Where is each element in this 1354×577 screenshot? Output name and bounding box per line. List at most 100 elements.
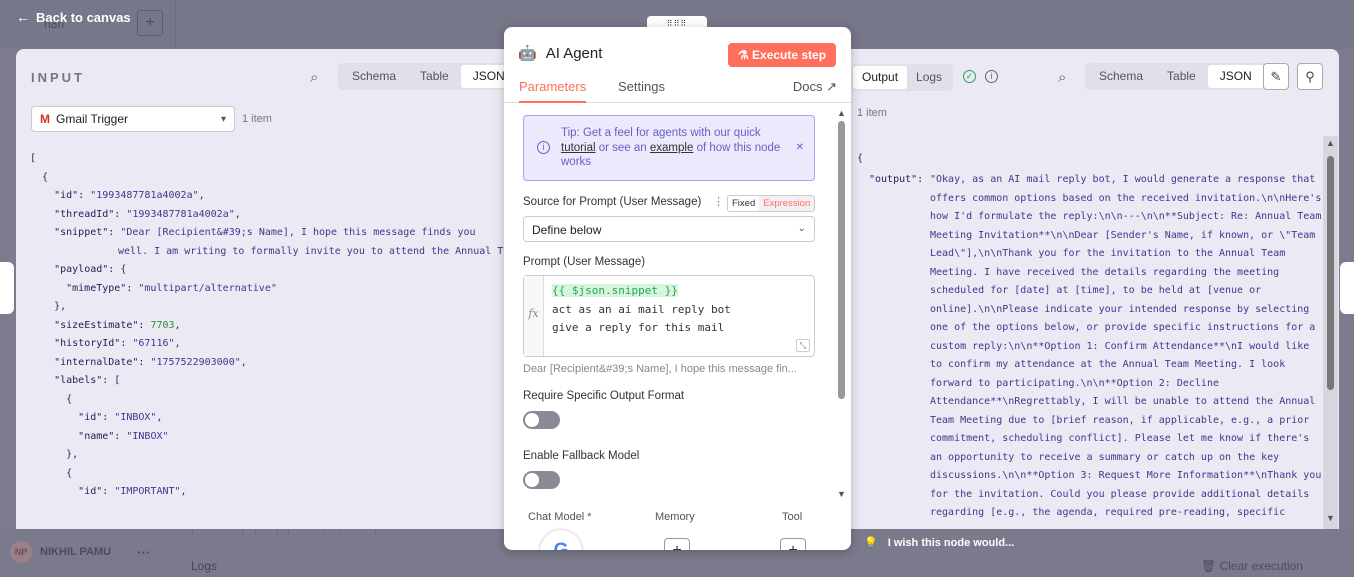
back-label: Back to canvas xyxy=(36,9,131,25)
json-value: "INBOX" xyxy=(126,430,169,442)
next-node-handle[interactable] xyxy=(1340,262,1354,314)
docs-link[interactable]: Docs ↗ xyxy=(793,79,837,95)
arrow-left-icon: ← xyxy=(16,9,30,25)
scroll-down-icon[interactable]: ▼ xyxy=(837,489,846,499)
external-link-icon: ↗ xyxy=(826,79,837,94)
more-icon[interactable]: ··· xyxy=(137,545,150,560)
tab-schema[interactable]: Schema xyxy=(340,65,408,88)
gmail-icon: M xyxy=(40,112,50,126)
fallback-toggle[interactable] xyxy=(523,471,560,489)
panel-scrollbar[interactable] xyxy=(837,107,846,497)
node-select-value: Gmail Trigger xyxy=(56,112,129,126)
tab-parameters[interactable]: Parameters xyxy=(519,79,587,103)
expression-token: {{ $json.snippet }} xyxy=(552,284,678,297)
output-format-label: Require Specific Output Format xyxy=(523,390,685,402)
prompt-label: Prompt (User Message) xyxy=(523,256,646,268)
info-icon: i xyxy=(537,141,550,154)
source-label: Source for Prompt (User Message) xyxy=(523,196,702,208)
output-scrollbar[interactable] xyxy=(1323,136,1338,529)
success-icon: ✓ xyxy=(963,70,976,83)
info-icon[interactable]: i xyxy=(985,70,998,83)
source-select[interactable]: Define below ⌄ xyxy=(523,216,815,242)
tab-schema[interactable]: Schema xyxy=(1087,65,1155,88)
user-name: NIKHIL PAMU xyxy=(40,546,112,558)
google-gemini-icon[interactable]: G xyxy=(540,530,582,550)
fallback-label: Enable Fallback Model xyxy=(523,450,640,462)
tip-callout: i Tip: Get a feel for agents with our qu… xyxy=(523,115,815,181)
back-to-canvas-button[interactable]: ← Back to canvas xyxy=(16,9,131,25)
scroll-thumb[interactable] xyxy=(838,121,845,399)
robot-icon: 🤖 xyxy=(518,45,537,62)
close-icon[interactable]: ✕ xyxy=(796,141,804,156)
json-brace: { xyxy=(857,153,864,164)
tab-settings[interactable]: Settings xyxy=(618,79,665,94)
ai-agent-panel: 🤖 AI Agent ⚗ Execute step Parameters Sett… xyxy=(504,27,851,550)
tutorial-link[interactable]: tutorial xyxy=(561,142,596,154)
prompt-preview: Dear [Recipient&#39;s Name], I hope this… xyxy=(523,363,797,375)
chevron-down-icon: ▾ xyxy=(220,113,226,125)
json-value: "1993487781a4002a" xyxy=(90,190,199,201)
input-view-toggle: Schema Table JSON xyxy=(338,63,508,90)
json-value: 7703 xyxy=(150,319,175,331)
fx-icon: fx xyxy=(524,276,544,356)
node-select[interactable]: M Gmail Trigger ▾ xyxy=(31,106,235,132)
tool-label: Tool xyxy=(782,511,803,523)
tab-output[interactable]: Output xyxy=(853,66,908,89)
tab-table[interactable]: Table xyxy=(1155,65,1208,88)
output-tabs: Output Logs xyxy=(851,64,954,91)
search-icon[interactable]: ⌕ xyxy=(1058,69,1066,86)
example-link[interactable]: example xyxy=(650,142,693,154)
input-json: [ { "id": "1993487781a4002a", "threadId"… xyxy=(30,153,508,497)
json-key: "output": xyxy=(869,174,924,185)
json-value: "Dear [Recipient&#39;s Name], I hope thi… xyxy=(120,227,476,238)
panel-header: 🤖 AI Agent xyxy=(518,44,603,63)
scroll-down-icon[interactable]: ▼ xyxy=(1326,513,1335,523)
chevron-down-icon: ⌄ xyxy=(797,223,806,234)
memory-label: Memory xyxy=(655,511,695,523)
avatar: NP xyxy=(10,541,32,563)
panel-title: AI Agent xyxy=(545,44,603,62)
fixed-expression-toggle: Fixed Expression xyxy=(727,195,816,212)
execute-step-button[interactable]: ⚗ Execute step xyxy=(728,43,836,67)
expand-icon[interactable]: ⤡ xyxy=(796,339,810,352)
json-value: "IMPORTANT" xyxy=(114,486,181,497)
output-item-count: 1 item xyxy=(857,107,887,119)
add-memory-button[interactable]: + xyxy=(664,538,690,550)
json-value: well. I am writing to formally invite yo… xyxy=(118,245,508,257)
scroll-thumb[interactable] xyxy=(1327,156,1334,390)
output-format-toggle[interactable] xyxy=(523,411,560,429)
pin-icon[interactable]: ⚲ xyxy=(1297,63,1323,90)
tab-logs[interactable]: Logs xyxy=(907,66,951,89)
fixed-option[interactable]: Fixed xyxy=(728,196,760,211)
prompt-line: give a reply for this mail xyxy=(552,321,725,334)
tab-json[interactable]: JSON xyxy=(1207,65,1264,88)
json-value: "67116" xyxy=(132,338,175,349)
json-value: "1993487781a4002a" xyxy=(126,208,235,220)
search-icon[interactable]: ⌕ xyxy=(310,69,318,86)
prev-node-handle[interactable] xyxy=(0,262,14,314)
scroll-up-icon[interactable]: ▲ xyxy=(837,108,846,118)
expression-option[interactable]: Expression xyxy=(759,196,815,211)
output-json: "output": "Okay, as an AI mail reply bot… xyxy=(857,171,1323,523)
logs-label[interactable]: Logs xyxy=(191,559,217,573)
feedback-label: I wish this node would... xyxy=(887,536,1015,549)
prompt-text[interactable]: {{ $json.snippet }} act as an ai mail re… xyxy=(552,282,731,338)
divider xyxy=(175,0,176,49)
output-text: "Okay, as an AI mail reply bot, I would … xyxy=(857,171,1323,523)
json-value: "Okay, as an AI mail reply bot, I would … xyxy=(930,174,1322,518)
add-button[interactable]: + xyxy=(137,10,163,36)
edit-icon[interactable]: ✎ xyxy=(1263,63,1289,90)
chat-model-label: Chat Model * xyxy=(528,511,592,523)
user-menu[interactable]: NP NIKHIL PAMU ··· xyxy=(10,541,150,563)
prompt-editor[interactable]: fx {{ $json.snippet }} act as an ai mail… xyxy=(523,275,815,357)
feedback-link[interactable]: 💡 I wish this node would... xyxy=(864,536,1015,550)
tab-json[interactable]: JSON xyxy=(460,65,508,88)
options-icon[interactable]: ⋮ xyxy=(713,195,724,208)
add-tool-button[interactable]: + xyxy=(780,538,806,550)
tab-table[interactable]: Table xyxy=(408,65,461,88)
item-count: 1 item xyxy=(242,113,272,125)
input-panel: INPUT ⌕ Schema Table JSON M Gmail Trigger… xyxy=(16,49,508,529)
json-value: "multipart/alternative" xyxy=(138,282,277,294)
clear-execution-button[interactable]: 🗑 Clear execution xyxy=(1201,559,1303,573)
scroll-up-icon[interactable]: ▲ xyxy=(1326,138,1335,148)
